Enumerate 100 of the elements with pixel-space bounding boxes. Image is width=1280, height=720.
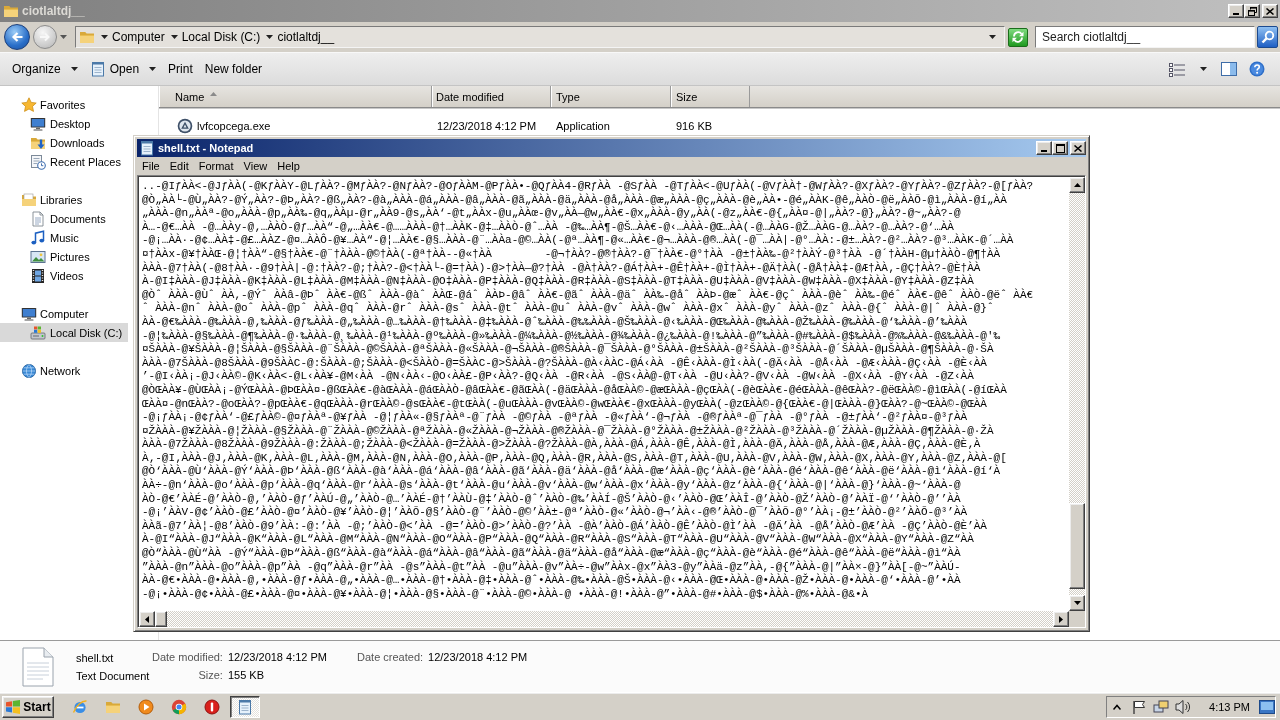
text-line: ¤ŠÀÀÀ-@¥ŠÀÀÀ-@¦ŠÀÀÀ-@§ŠÀÀÀ-@¨ŠÀÀÀ-@©ŠÀÀÀ-@ªŠÀÀÀ-@«ŠÀÀÀ-@¬ŠÀÀÀ-@®ŠÀÀÀ-@¯ŠÀÀÀ-@°ŠÀÀÀ-@±ŠÀÀÀ-@²ŠÀÀÀ-@³ŠÀÀÀ-@´ŠÀÀÀ-@µŠÀÀÀ-@¶ŠÀÀÀ-@·ŠÀ	[142, 343, 994, 356]
sidebar-item[interactable]: Network	[0, 361, 87, 380]
scrollbar-thumb[interactable]	[1069, 503, 1085, 589]
scroll-left-button[interactable]	[139, 611, 155, 627]
text-line: ¤ŽÀÀÀ-@¥ŽÀÀÀ-@¦ŽÀÀÀ-@§ŽÀÀÀ-@¨ŽÀÀÀ-@©ŽÀÀÀ-@ªŽÀÀÀ-@«ŽÀÀÀ-@¬ŽÀÀÀ-@®ŽÀÀÀ-@¯ŽÀÀÀ-@°ŽÀÀÀ-@±ŽÀÀÀ-@²ŽÀÀÀ-@³ŽÀÀÀ-@´ŽÀÀÀ-@µŽÀÀÀ-@¶ŽÀÀÀ-@·ŽÀ	[142, 424, 994, 438]
list-view-icon[interactable]	[1168, 61, 1186, 77]
column-header[interactable]: Size	[671, 86, 750, 107]
scroll-up-button[interactable]	[1069, 177, 1085, 193]
flag-icon[interactable]	[1132, 699, 1147, 714]
folder-icon	[79, 29, 95, 45]
column-header[interactable]: Date modified	[432, 86, 551, 107]
restore-icon	[1247, 6, 1257, 16]
column-header[interactable]: Name	[159, 86, 432, 107]
column-header[interactable]: Type	[551, 86, 671, 107]
help-icon[interactable]	[1249, 61, 1265, 77]
text-line: ÀÀ÷-@n‘ÀÀÀ-@o‘ÀÀÀ-@p‘ÀÀÀ-@q‘ÀÀÀ-@r‘ÀÀÀ-@s‘ÀÀÀ-@t‘ÀÀÀ-@u‘ÀÀÀ-@v‘ÀÀÀ-@w‘ÀÀÀ-@x‘ÀÀÀ-@y‘ÀÀÀ-@z‘ÀÀÀ-@{‘ÀÀÀ-@|‘ÀÀÀ-@}‘ÀÀÀ-@~‘ÀÀÀ-@	[142, 479, 961, 492]
overlapping-screens-icon[interactable]	[1153, 699, 1170, 714]
detail-value: 12/23/2018 4:12 PM	[227, 650, 327, 665]
sidebar-item[interactable]: Music	[0, 228, 85, 247]
caret-icon[interactable]	[1200, 67, 1207, 71]
search-field[interactable]: Search ciotlaltdj__	[1035, 26, 1255, 48]
search-button[interactable]	[1257, 26, 1278, 48]
text-line: -@¡…ÀÀ·-@¢…ÀÀ‡-@£…ÀÀZ-@¤…ÀÀÔ-@¥…ÀÀ“-@¦…ÀÀ€-@§…ÀÀÀ-@¨…ÀÀa-@©…ÀÀ(-@ª…ÀÀ¶-@«…ÀÀ€-@¬…ÀÀÀ-@®…ÀÀ(-@¯…ÀÀ|-@°…ÀÀ:-@±…ÀÀ?-@²…ÀÀ?-@³…ÀÀK-@´…ÀÀ	[142, 234, 1014, 247]
toolbar-button[interactable]: New folder	[198, 57, 269, 81]
computer-icon	[21, 305, 37, 322]
left-arrow-icon	[145, 615, 149, 623]
text-line: À‚-@I‚ÀÀÀ-@J‚ÀÀÀ-@K‚ÀÀÀ-@L‚ÀÀÀ-@M‚ÀÀÀ-@N‚ÀÀÀ-@O‚ÀÀÀ-@P‚ÀÀÀ-@Q‚ÀÀÀ-@R‚ÀÀÀ-@S‚ÀÀÀ-@T‚ÀÀÀ-@U‚ÀÀÀ-@V‚ÀÀÀ-@W‚ÀÀÀ-@X‚ÀÀÀ-@Y‚ÀÀÀ-@Z‚ÀÀÀ-@[	[142, 451, 1007, 465]
caret-icon[interactable]	[989, 35, 996, 39]
chevron-up-icon[interactable]	[1113, 703, 1122, 710]
scroll-down-button[interactable]	[1069, 595, 1085, 611]
sidebar-item[interactable]: Pictures	[0, 247, 96, 266]
text-line: À-@I‡ÀÀÀ-@J‡ÀÀÀ-@K‡ÀÀÀ-@L‡ÀÀÀ-@M‡ÀÀÀ-@N‡ÀÀÀ-@O‡ÀÀÀ-@P‡ÀÀÀ-@Q‡ÀÀÀ-@R‡ÀÀÀ-@S‡ÀÀÀ-@T‡ÀÀÀ-@U‡ÀÀÀ-@V‡ÀÀÀ-@W‡ÀÀÀ-@X‡ÀÀÀ-@Y‡ÀÀÀ-@Z‡ÀÀ	[142, 275, 974, 288]
restore-button[interactable]	[1244, 4, 1260, 18]
sidebar-item[interactable]: Computer	[0, 304, 95, 323]
text-line: ..-@IƒÀÀ<-@JƒÀÀ(-@KƒÀÀY-@LƒÀÀ?-@MƒÀÀ?-@NƒÀÀ?-@OƒÀÀM-@PƒÀÀ•-@QƒÀÀ4-@RƒÀÀ -@SƒÀÀ -@TƒÀÀ<-@UƒÀÀ(-@VƒÀÀ†-@WƒÀÀ?-@XƒÀÀ?-@YƒÀÀ?-@ZƒÀÀ?-@[ƒÀÀ?	[142, 180, 1034, 193]
text-line: À…-@€…ÀÀ -@…ÀÀy-@‚…ÀÀÒ-@ƒ…ÀÀ“-@„…ÀÀ€-@……ÀÀÀ-@†…ÀÀK-@‡…ÀÀÒ-@ˆ…ÀÀ -@‰…ÀÀ¶-@Š…ÀÀ€-@‹…ÀÀÀ-@Œ…ÀÀ(-@…ÀÀG-@Ž…ÀÀG-@…ÀÀ?-@…ÀÀ?-@‘…ÀÀ	[142, 220, 954, 234]
clock-page-icon	[30, 153, 46, 170]
document-icon	[30, 210, 46, 227]
text-line: @Ò„ÀÀ└-@Ù„ÀÀ?-@Ý„ÀÀ?-@Þ„ÀÀ?-@ß„ÀÀ?-@à„ÀÀÀ-@á„ÀÀÀ-@â„ÀÀÀ-@ã„ÀÀÀ-@ä„ÀÀÀ-@å„ÀÀÀ-@æ„ÀÀÀ-@ç„ÀÀÀ-@è„ÀÀ•-@é„ÀÀK-@ê„ÀÀÒ-@ë„ÀÀÕ-@ì„ÀÀÀ-@í„ÀÀ	[142, 193, 1007, 206]
text-line: ÀÀÀ-@7ŠÀÀÀ-@8ŠÀÀÀ-@9ŠÀÀC-@:ŠÀÀÀ-@;ŠÀÀÀ-@<ŠÀÀÒ-@=ŠÀÀC-@>ŠÀÀÀ-@?ŠÀÀÀ-@À‹ÀÀC-@Á‹ÀÀ -@Ê‹ÀÀÀ-@Ì‹ÀÀ(-@Ä‹ÀÀ -@Å‹ÀÀ -@Æ‹ÀÀÀ-@Ç‹ÀÀ -@È‹ÀÀ	[142, 356, 987, 370]
toolbar-button[interactable]: Print	[162, 57, 199, 81]
maximize-button[interactable]	[1052, 141, 1068, 155]
breadcrumb-item[interactable]: Local Disk (C:)	[181, 30, 261, 44]
refresh-button[interactable]	[1008, 27, 1028, 47]
sidebar-item[interactable]: Desktop	[0, 114, 97, 133]
minimize-button[interactable]	[1228, 4, 1244, 18]
start-button[interactable]: Start	[2, 695, 54, 718]
sidebar-item[interactable]: Videos	[0, 266, 90, 285]
text-line: -@¡ƒÀÀ¡-@¢ƒÀÀ‘-@£ƒÀÀ©-@¤ƒÀÀª-@¥ƒÀÀ -@¦ƒÀÀ«-@§ƒÀÀª-@¨ƒÀÀ -@©ƒÀÀ -@ªƒÀÀ -@«ƒÀÀ‘-@¬ƒÀÀ -@®ƒÀÀª-@¯ƒÀÀ -@°ƒÀÀ -@±ƒÀÀ‘-@²ƒÀÀ¤-@³ƒÀÀ	[142, 411, 968, 424]
text-line: ÀÀã-@7’ÀÀ¦-@8’ÀÀÒ-@9’ÀÀ:-@:’ÀÀ -@;’ÀÀÒ-@<’ÀÀ -@=’ÀÀÒ-@>’ÀÀÒ-@?’ÀÀ -@À’ÀÀÒ-@Á’ÀÀÒ-@Ê’ÀÀÒ-@Ì’ÀÀ -@Ä’ÀÀ -@Å’ÀÀÒ-@Æ’ÀÀ -@Ç’ÀÀÒ-@È’ÀÀ	[142, 519, 987, 533]
close-icon	[1074, 144, 1082, 152]
sidebar-item[interactable]: Documents	[0, 209, 112, 228]
menu-item[interactable]: View	[238, 157, 273, 175]
toolbar-button[interactable]: Organize	[6, 57, 84, 81]
window-title: shell.txt - Notepad	[158, 142, 254, 154]
menu-item[interactable]: File	[137, 157, 165, 175]
sidebar-item[interactable]: Local Disk (C:)	[0, 323, 129, 342]
scrollbar-thumb[interactable]	[155, 611, 167, 627]
triangle-emblem-icon	[177, 117, 193, 134]
back-button[interactable]	[4, 24, 30, 50]
file-name[interactable]: lvfcopcega.exe	[159, 117, 432, 134]
notepad-icon	[139, 140, 155, 156]
menu-item[interactable]: Help	[272, 157, 305, 175]
text-area[interactable]	[139, 177, 1069, 611]
toolbar-button[interactable]: Open	[83, 57, 163, 81]
text-line: „ÀÀÀ-@n„ÀÀª-@o„ÀÀÀ-@p„ÀÀ‰-@q„ÀÀµ-@r„ÀÀ9-@s„ÀÀ‘-@t„ÀÀx-@u„ÀÀœ-@v„ÀÀ—@w„ÀÀ€-@x„ÀÀÀ-@y„ÀÀ(-@z„ÀÀ€-@{„ÀÀ¤-@|„ÀÀ?-@}„ÀÀ?-@~„ÀÀ?-@	[142, 207, 961, 220]
document-icon	[22, 646, 54, 687]
vertical-scrollbar[interactable]	[1069, 177, 1085, 611]
address-bar[interactable]: Computer Local Disk (C:) ciotlaltdj__	[75, 26, 1005, 48]
breadcrumb-item[interactable]: Computer	[112, 30, 165, 44]
right-arrow-icon	[1059, 615, 1063, 623]
text-line: -@¦‰ÀÀÀ-@§‰ÀÀÀ-@¶‰ÀÀÀ-@·‰ÀÀÀ-@¸‰ÀÀÀ-@¹‰ÀÀÀ-@º‰ÀÀÀ-@»‰ÀÀÀ-@¼‰ÀÀÀ-@½‰ÀÀÀ-@¾‰ÀÀÀ-@¿‰ÀÀÀ-@!‰ÀÀÀ-@”‰ÀÀÀ-@#‰ÀÀÀ-@$‰ÀÀÀ-@%‰ÀÀÀ-@&‰ÀÀÀ-@'‰	[142, 329, 1001, 342]
file-type-text: Text Document	[76, 668, 150, 684]
sidebar-item[interactable]: Libraries	[0, 190, 89, 209]
caret-icon	[266, 35, 274, 39]
text-line: ”ÀÀÀ-@n”ÀÀÀ-@o”ÀÀÀ-@p”ÀÀ -@q”ÀÀÀ-@r”ÀÀ -@s”ÀÀÀ-@t”ÀÀ -@u”ÀÀÀ-@v”ÀÀ÷-@w”ÀÀx-@x”ÀÀ3-@y”ÀÀä-@z”ÀÀ,-@{”ÀÀÀ-@|”ÀÀ×-@}”ÀÀ[-@~”ÀÀÚ-	[142, 560, 961, 573]
sidebar-item[interactable]: Favorites	[0, 95, 92, 114]
screen-icon[interactable]	[1259, 699, 1275, 714]
detail-label: Date modified:	[152, 650, 223, 665]
sidebar-item[interactable]: Recent Places	[0, 152, 127, 171]
menu-item[interactable]: Format	[193, 157, 239, 175]
sidebar-item[interactable]: Downloads	[0, 133, 111, 152]
breadcrumb-item[interactable]: ciotlaltdj__	[277, 30, 335, 44]
preview-pane-icon[interactable]	[1221, 61, 1237, 77]
minimize-button[interactable]	[1036, 141, 1052, 155]
close-icon	[1266, 7, 1274, 15]
right-arrow-icon	[39, 31, 51, 43]
speaker-icon[interactable]	[1175, 698, 1192, 715]
text-line: ÀÀ-@€•ÀÀÀ-@•ÀÀÀ-@‚•ÀÀÀ-@ƒ•ÀÀÀ-@„•ÀÀÀ-@…•ÀÀÀ-@†•ÀÀÀ-@‡•ÀÀÀ-@ˆ•ÀÀÀ-@‰•ÀÀÀ-@Š•ÀÀÀ-@‹•ÀÀÀ-@Œ•ÀÀÀ-@•ÀÀÀ-@Ž•ÀÀÀ-@•ÀÀÀ-@‘•ÀÀÀ-@’•ÀÀ	[142, 574, 961, 587]
scroll-right-button[interactable]	[1053, 611, 1069, 627]
caret-icon	[101, 35, 108, 39]
close-button[interactable]	[1262, 4, 1278, 18]
file-name-text: shell.txt	[76, 650, 114, 666]
text-line: ÀÀÀ-@7ŽÀÀÀ-@8ŽÀÀÀ-@9ŽÀÀÀ-@:ŽÀÀÀ-@;ŽÀÀÀ-@<ŽÀÀÀ-@=ŽÀÀÀ-@>ŽÀÀÀ-@?ŽÀÀÀ-@À‚ÀÀÀ-@Á‚ÀÀÀ-@Ê‚ÀÀÀ-@Ì‚ÀÀÀ-@Ä‚ÀÀÀ-@Å‚ÀÀÀ-@Æ‚ÀÀÀ-@Ç‚ÀÀÀ-@È‚À	[142, 438, 981, 451]
monitor-icon	[30, 115, 46, 132]
close-button[interactable]	[1070, 141, 1086, 155]
horizontal-scrollbar[interactable]	[139, 611, 1069, 627]
taskbar-button[interactable]	[230, 695, 260, 718]
menu-item[interactable]: Edit	[164, 157, 194, 175]
text-line: ŒÀÀ¤-@nŒÀÀ?-@oŒÀÀ?-@pŒÀÀ€-@qŒÀÀÀ-@rŒÀÀ©-@sŒÀÀ€-@tŒÀÀ(-@uŒÀÀÀ-@vŒÀÀ©-@wŒÀÀ€-@xŒÀÀÀ-@yŒÀÀ(-@zŒÀÀ©-@{ŒÀÀ€-@|ŒÀÀÀ-@}ŒÀÀ?-@~ŒÀÀ©-@ŒÀÀ	[142, 397, 987, 410]
